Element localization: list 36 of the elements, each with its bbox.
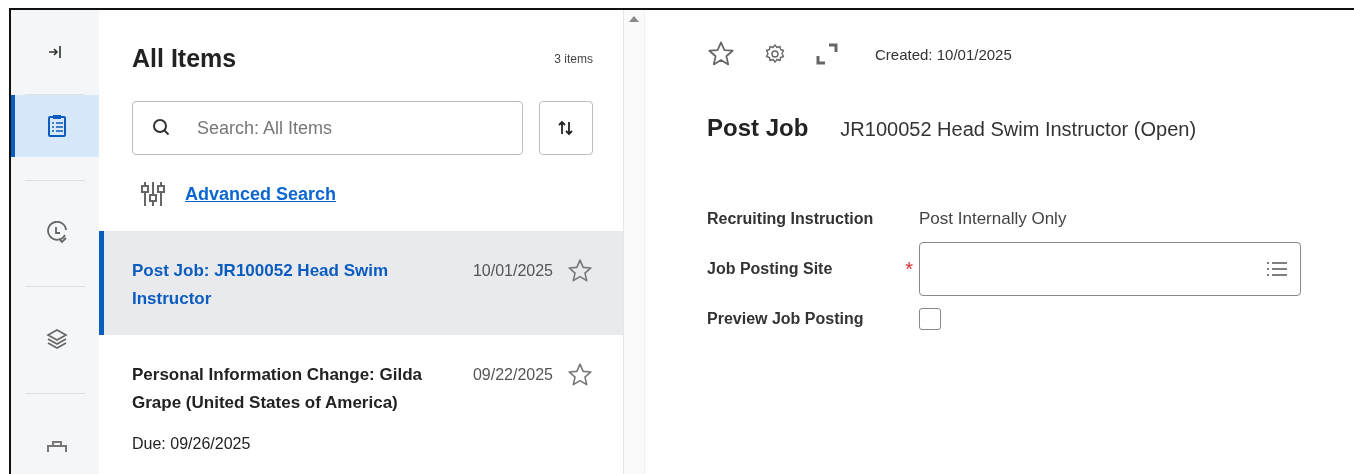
field-label: Recruiting Instruction: [707, 210, 875, 228]
star-icon[interactable]: [567, 258, 593, 284]
layers-icon: [45, 327, 69, 352]
star-icon[interactable]: [707, 40, 735, 68]
page-subtitle: JR100052 Head Swim Instructor (Open): [840, 118, 1197, 141]
item-count: 3 items: [554, 51, 593, 66]
clock-icon: [45, 220, 69, 245]
list-title: All Items: [132, 44, 237, 73]
item-title: Post Job: JR100052 Head Swim Instructor: [132, 260, 390, 310]
advanced-search-link[interactable]: Advanced Search: [185, 183, 337, 205]
collapse-icon: [48, 45, 62, 60]
list-item[interactable]: Post Job: JR100052 Head Swim Instructor 10/01/2025: [99, 231, 623, 335]
list-icon: [1266, 261, 1288, 277]
field-value: Post Internally Only: [919, 209, 1068, 229]
list-item[interactable]: Personal Information Change: Gilda Grape (United States of America) 09/22/2025 Due: 09/26/2025: [99, 335, 623, 474]
select-field[interactable]: [919, 242, 1301, 296]
scroll-up-icon[interactable]: [628, 14, 640, 22]
item-date: 10/01/2025: [472, 261, 553, 281]
created-date: Created: 10/01/2025: [875, 45, 1012, 63]
rail-tab[interactable]: [11, 95, 99, 157]
search-field[interactable]: Search: All Items: [132, 101, 523, 155]
item-date: 09/22/2025: [472, 365, 553, 385]
field-label: Job Posting Site: [707, 260, 834, 278]
page-title: Post Job: [707, 114, 809, 142]
star-icon[interactable]: [567, 362, 593, 388]
required-mark: *: [905, 257, 913, 280]
sort-icon: [557, 119, 575, 137]
search-icon: [152, 118, 170, 136]
clipboard-icon: [47, 113, 67, 138]
sort-button[interactable]: [539, 101, 593, 155]
filter-sliders-icon: [141, 181, 165, 207]
field-label: Preview Job Posting: [707, 310, 865, 328]
checkbox[interactable]: [919, 308, 941, 330]
item-title: Personal Information Change: Gilda Grape (United States of America): [132, 364, 423, 414]
due-date: Due: 09/26/2025: [132, 435, 252, 453]
expand-icon[interactable]: [815, 42, 839, 66]
